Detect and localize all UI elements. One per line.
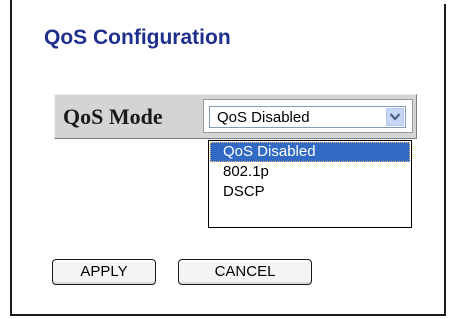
qos-mode-cell: QoS Disabled [203,99,413,133]
page-title: QoS Configuration [44,26,231,49]
chevron-down-icon [389,113,401,121]
dropdown-arrow-button[interactable] [386,108,404,126]
cancel-button[interactable]: CANCEL [178,259,312,285]
option-dscp[interactable]: DSCP [210,182,410,202]
qos-mode-selected-value: QoS Disabled [217,109,310,126]
qos-mode-label: QoS Mode [63,104,163,129]
option-qos-disabled[interactable]: QoS Disabled [210,142,410,162]
apply-button[interactable]: APPLY [52,259,156,285]
qos-mode-select[interactable]: QoS Disabled [209,106,406,128]
option-802-1p[interactable]: 802.1p [210,162,410,182]
qos-mode-row: QoS Mode QoS Disabled [54,94,417,139]
qos-mode-dropdown-list: QoS Disabled 802.1p DSCP [208,140,412,228]
